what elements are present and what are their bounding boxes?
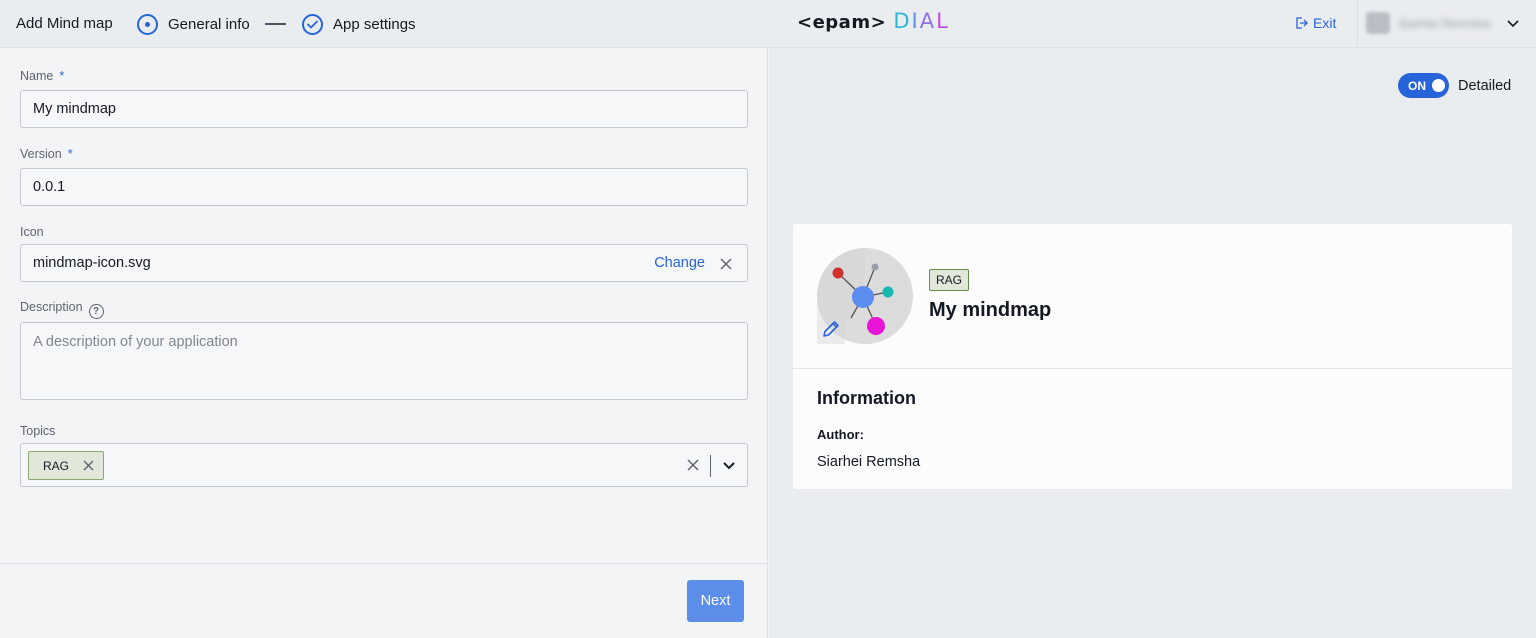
- card-divider: [793, 368, 1512, 369]
- author-label: Author:: [817, 427, 864, 442]
- version-label: Version *: [20, 147, 73, 161]
- step-label: App settings: [333, 15, 416, 33]
- step-done-check-icon: [302, 13, 323, 35]
- remove-chip-icon[interactable]: [83, 460, 94, 471]
- user-name: Siarhei Remsha: [1398, 15, 1491, 31]
- app-preview-card: RAG My mindmap Information Author: Siarh…: [793, 224, 1512, 489]
- footer-divider: [0, 563, 767, 564]
- icon-filename: mindmap-icon.svg: [33, 255, 151, 271]
- change-icon-button[interactable]: Change: [654, 255, 705, 271]
- exit-label: Exit: [1313, 15, 1337, 31]
- close-icon[interactable]: [719, 257, 733, 271]
- name-input[interactable]: My mindmap: [20, 90, 748, 128]
- toggle-state: ON: [1408, 78, 1426, 93]
- icon-field[interactable]: mindmap-icon.svg Change: [20, 244, 748, 282]
- exit-button[interactable]: Exit: [1294, 15, 1336, 31]
- author-value: Siarhei Remsha: [817, 454, 921, 470]
- description-label: Description?: [20, 300, 104, 319]
- logo-brand: <epam>: [797, 12, 887, 33]
- chip-label: RAG: [43, 458, 70, 473]
- step-app-settings[interactable]: App settings: [302, 13, 416, 35]
- step-current-icon: [137, 13, 158, 35]
- toggle-label: Detailed: [1458, 78, 1512, 94]
- logo-product: DIAL: [893, 9, 950, 33]
- app-logo: <epam> DIAL: [797, 9, 950, 33]
- edit-pencil-icon[interactable]: [821, 319, 841, 339]
- avatar: [1366, 12, 1390, 34]
- settings-form-panel: Name * My mindmap Version * 0.0.1 Icon min…: [0, 48, 768, 638]
- topic-tag: RAG: [929, 269, 970, 291]
- topics-label: Topics: [20, 424, 56, 438]
- toggle-knob: [1432, 79, 1445, 92]
- header-divider: [1357, 0, 1358, 48]
- topic-chip-rag: RAG: [28, 451, 104, 480]
- topics-select[interactable]: RAG: [20, 443, 748, 487]
- chevron-down-icon: [1507, 20, 1519, 28]
- description-textarea[interactable]: A description of your application: [20, 322, 748, 400]
- app-name: My mindmap: [929, 299, 1052, 321]
- information-heading: Information: [817, 388, 916, 408]
- step-label: General info: [168, 15, 250, 33]
- step-separator: [265, 23, 286, 25]
- select-divider: [710, 455, 711, 477]
- preview-panel: ON Detailed RAG My mindmap Information A…: [769, 48, 1536, 638]
- step-general-info[interactable]: General info: [137, 13, 250, 35]
- next-button[interactable]: Next: [687, 580, 744, 622]
- detailed-toggle[interactable]: ON: [1398, 73, 1449, 98]
- clear-topics-icon[interactable]: [686, 458, 700, 472]
- top-header: Add Mind map General info App settings <…: [0, 0, 1536, 48]
- icon-label: Icon: [20, 225, 44, 239]
- help-icon[interactable]: ?: [88, 304, 104, 319]
- user-menu[interactable]: Siarhei Remsha: [1366, 12, 1520, 34]
- page-title: Add Mind map: [16, 15, 113, 32]
- chevron-down-icon[interactable]: [722, 459, 736, 473]
- name-label: Name *: [20, 69, 65, 83]
- exit-icon: [1296, 17, 1308, 29]
- version-input[interactable]: 0.0.1: [20, 168, 748, 206]
